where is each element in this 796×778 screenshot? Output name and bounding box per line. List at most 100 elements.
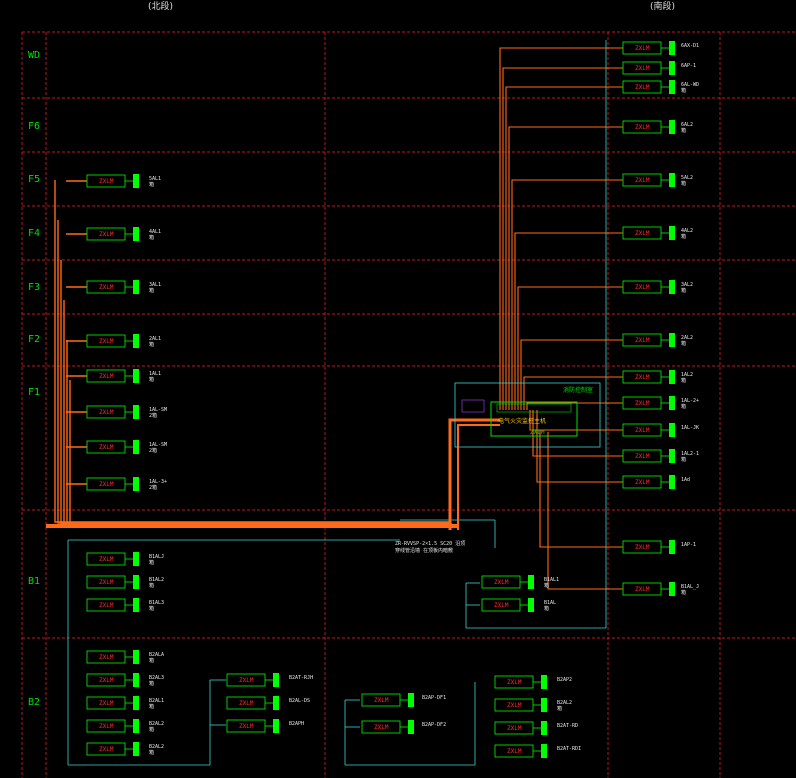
- control-room-title: 消防控制室: [563, 386, 593, 394]
- right-module-9: ZXLM 1AL-2+箱: [622, 396, 699, 410]
- terminal-block: [273, 696, 279, 710]
- bus-cable: [66, 340, 454, 527]
- module-label: ZXLM: [374, 724, 389, 731]
- b2-col2-module-0: ZXLM B2AT-RJH: [226, 673, 313, 687]
- module-label: ZXLM: [507, 748, 522, 755]
- b2-col2-module-1: ZXLM B2AL-DS: [226, 696, 310, 710]
- terminal-block: [133, 280, 139, 294]
- device-sub: 箱: [681, 180, 686, 187]
- terminal-block: [133, 227, 139, 241]
- device-sub: 箱: [681, 127, 686, 134]
- bus-cable: [69, 380, 455, 528]
- module-label: ZXLM: [635, 586, 650, 593]
- terminal-block: [541, 744, 547, 758]
- device-tag: B2AP-DF1: [422, 695, 446, 701]
- device-sub: 箱: [149, 181, 154, 188]
- module-label: ZXLM: [99, 178, 114, 185]
- module-label: ZXLM: [239, 723, 254, 730]
- terminal-block: [133, 696, 139, 710]
- left-section-title: (北段): [148, 0, 173, 12]
- right-module-14: ZXLM B1AL_J箱: [622, 582, 699, 596]
- device-sub: 2箱: [149, 412, 157, 419]
- terminal-block: [133, 552, 139, 566]
- module-label: ZXLM: [635, 284, 650, 291]
- module-label: ZXLM: [635, 45, 650, 52]
- terminal-block: [273, 673, 279, 687]
- floor-label-b2: B2: [28, 697, 40, 708]
- device-sub: 箱: [149, 605, 154, 612]
- device-tag: B2AL-DS: [289, 698, 310, 704]
- right-module-3: ZXLM 6AL2箱: [622, 120, 693, 134]
- right-module-2: ZXLM 6AL-WD箱: [622, 80, 699, 94]
- device-tag: B2AT-RJH: [289, 675, 313, 681]
- device-tag: 1AP-1: [681, 542, 696, 548]
- device-tag: 6AP-1: [681, 63, 696, 69]
- terminal-block: [669, 540, 675, 554]
- bus-riser-right: [514, 232, 623, 410]
- terminal-block: [669, 61, 675, 75]
- terminal-block: [669, 280, 675, 294]
- module-label: ZXLM: [635, 124, 650, 131]
- b2-col4-module-3: ZXLM B2AT-RDI: [494, 744, 581, 758]
- terminal-block: [528, 598, 534, 612]
- right-module-5: ZXLM 4AL2箱: [622, 226, 693, 240]
- module-label: ZXLM: [99, 700, 114, 707]
- module-label: ZXLM: [635, 544, 650, 551]
- right-section-title: (南段): [650, 0, 675, 12]
- b2-col4-module-2: ZXLM B2AT-RD: [494, 721, 578, 735]
- b1-left-module-1: ZXLM B1AL2箱: [86, 575, 164, 589]
- terminal-block: [273, 719, 279, 733]
- b1-mid-module-0: ZXLM B1AL1箱: [481, 575, 559, 589]
- right-module-10: ZXLM 1AL-JK: [622, 423, 699, 437]
- left-module-4: ZXLM 1AL1箱: [86, 369, 161, 383]
- terminal-block: [133, 719, 139, 733]
- device-sub: 箱: [681, 589, 686, 596]
- terminal-block: [528, 575, 534, 589]
- monitor-host-label: 电气火灾监控主机: [498, 417, 546, 425]
- section-titles: (北段) (南段): [148, 0, 675, 12]
- module-label: ZXLM: [99, 409, 114, 416]
- right-module-13: ZXLM 1AP-1: [622, 540, 696, 554]
- b2-col1-module-0: ZXLM B2ALA箱: [86, 650, 164, 664]
- device-sub: 箱: [149, 680, 154, 687]
- b2-col1-module-4: ZXLM B2AL2箱: [86, 742, 164, 756]
- left-module-6: ZXLM 1AL-SM2箱: [86, 440, 167, 454]
- device-sub: 箱: [681, 456, 686, 463]
- floor-label-b1: B1: [28, 576, 40, 587]
- module-label: ZXLM: [635, 479, 650, 486]
- device-tag: B2AP-DF2: [422, 722, 446, 728]
- left-module-2: ZXLM 3AL1箱: [86, 280, 161, 294]
- device-sub: 箱: [681, 287, 686, 294]
- floor-label-f5: F5: [28, 174, 40, 185]
- terminal-block: [133, 477, 139, 491]
- device-sub: 箱: [149, 559, 154, 566]
- device-tag: B2APH: [289, 721, 304, 727]
- terminal-block: [669, 173, 675, 187]
- device-tag: B2AP2: [557, 677, 572, 683]
- module-label: ZXLM: [507, 679, 522, 686]
- module-label: ZXLM: [99, 677, 114, 684]
- b2-col4-module-0: ZXLM B2AP2: [494, 675, 572, 689]
- module-label: ZXLM: [99, 444, 114, 451]
- device-tag: 1Ad: [681, 477, 690, 483]
- module-label: ZXLM: [635, 84, 650, 91]
- module-label: ZXLM: [374, 697, 389, 704]
- module-label: ZXLM: [494, 579, 509, 586]
- device-sub: 箱: [681, 403, 686, 410]
- monitor-host-display: [496, 403, 572, 413]
- right-module-6: ZXLM 3AL2箱: [622, 280, 693, 294]
- terminal-block: [408, 693, 414, 707]
- device-sub: 箱: [149, 582, 154, 589]
- device-sub: 箱: [149, 726, 154, 733]
- module-label: ZXLM: [507, 702, 522, 709]
- b2-col1-module-3: ZXLM B2AL2箱: [86, 719, 164, 733]
- terminal-block: [133, 575, 139, 589]
- right-module-8: ZXLM 1AL2箱: [622, 370, 693, 384]
- module-label: ZXLM: [99, 746, 114, 753]
- terminal-block: [133, 369, 139, 383]
- terminal-block: [541, 675, 547, 689]
- module-label: ZXLM: [635, 65, 650, 72]
- terminal-block: [669, 475, 675, 489]
- legend-box: [461, 399, 485, 413]
- bus-riser-right: [505, 86, 623, 410]
